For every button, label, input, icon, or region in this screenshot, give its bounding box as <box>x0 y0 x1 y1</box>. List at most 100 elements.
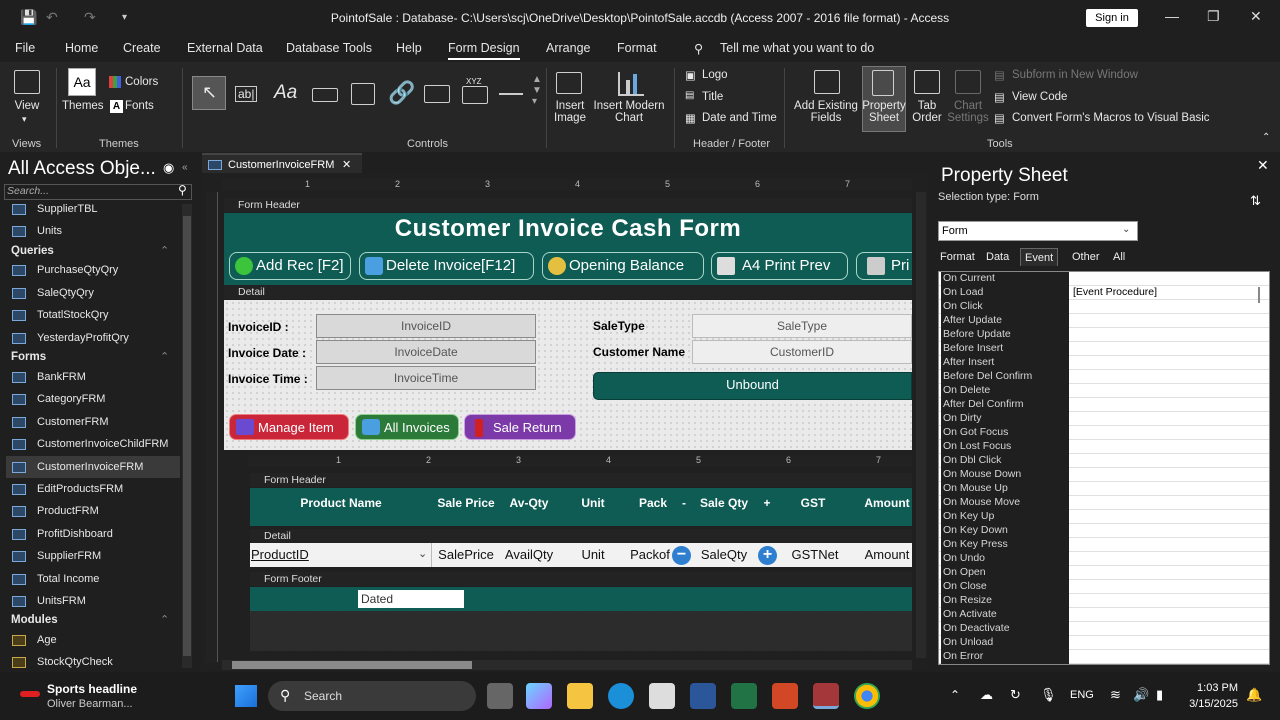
subform-header-bar[interactable]: Form Header <box>250 473 912 487</box>
nav-item-customerinvoicechildfrm[interactable]: CustomerInvoiceChildFRM <box>12 433 180 455</box>
property-row[interactable]: On Key Press <box>939 538 1269 552</box>
form-header-bar[interactable]: Form Header <box>224 198 912 212</box>
restore-icon[interactable]: ❐ <box>1207 8 1220 25</box>
view-button[interactable]: View <box>10 100 44 112</box>
property-row[interactable]: On Mouse Move <box>939 496 1269 510</box>
convert-macros-button[interactable]: Convert Form's Macros to Visual Basic <box>1012 112 1210 124</box>
sale-type-field[interactable]: SaleType <box>692 314 912 338</box>
controls-scroll-icon[interactable]: ▲ ▼ ▾ <box>532 74 542 107</box>
nav-item-age[interactable]: Age <box>12 629 180 651</box>
invoice-id-field[interactable]: InvoiceID <box>316 314 536 338</box>
date-time-button[interactable]: Date and Time <box>702 112 777 124</box>
nav-item-customerfrm[interactable]: CustomerFRM <box>12 411 180 433</box>
property-row[interactable]: On Deactivate <box>939 622 1269 636</box>
nav-item-saleqtyqry[interactable]: SaleQtyQry <box>12 282 180 304</box>
notification-icon[interactable]: 🔔 <box>1246 687 1262 703</box>
insert-modern-chart-button[interactable]: Insert Modern Chart <box>592 100 666 124</box>
dated-field[interactable]: Dated <box>358 590 464 608</box>
detail-bar[interactable]: Detail <box>224 285 912 299</box>
plus-icon[interactable]: + <box>758 546 777 565</box>
close-icon[interactable]: ✕ <box>1257 157 1269 174</box>
add-existing-fields-button[interactable]: Add Existing Fields <box>792 100 860 124</box>
chart-icon[interactable] <box>618 72 644 96</box>
access-icon[interactable] <box>813 683 839 709</box>
selection-dropdown[interactable]: Form <box>938 221 1138 241</box>
tab-format[interactable]: Format <box>617 41 657 55</box>
nav-item-suppliertbl[interactable]: SupplierTBL <box>12 198 180 220</box>
form-view-icon[interactable] <box>14 70 40 94</box>
nav-category-forms[interactable]: Forms <box>11 351 46 363</box>
property-row[interactable]: On Resize <box>939 594 1269 608</box>
add-fields-icon[interactable] <box>814 70 840 94</box>
document-tab[interactable]: CustomerInvoiceFRM ✕ <box>202 153 362 173</box>
themes-button[interactable]: Themes <box>62 100 104 112</box>
tab-data[interactable]: Data <box>982 248 1013 266</box>
property-row[interactable]: On Lost Focus <box>939 440 1269 454</box>
unit-field[interactable]: Unit <box>558 543 628 567</box>
sale-qty-field[interactable]: SaleQty <box>692 543 756 567</box>
tell-me-search[interactable]: Tell me what you want to do <box>720 41 874 55</box>
hyperlink-tool-icon[interactable]: 🔗 <box>384 76 418 110</box>
subform-detail-bar[interactable]: Detail <box>250 529 912 543</box>
microphone-icon[interactable]: 🎙 <box>1040 687 1057 703</box>
collapse-icon[interactable]: ⌃ <box>160 350 169 363</box>
button-tool-icon[interactable] <box>308 76 342 110</box>
subform-footer-bar[interactable]: Form Footer <box>250 572 912 586</box>
search-icon[interactable]: ⚲ <box>178 183 187 197</box>
product-id-combo[interactable]: ProductID <box>250 543 432 567</box>
nav-item-unitsfrm[interactable]: UnitsFRM <box>12 590 180 612</box>
page-break-icon[interactable] <box>494 76 528 110</box>
powerpoint-icon[interactable] <box>772 683 798 709</box>
nav-item-editproductsfrm[interactable]: EditProductsFRM <box>12 478 180 500</box>
property-row[interactable]: After Insert <box>939 356 1269 370</box>
property-row[interactable]: After Update <box>939 314 1269 328</box>
nav-item-productfrm[interactable]: ProductFRM <box>12 500 180 522</box>
a4-print-preview-button[interactable]: A4 Print Prev <box>711 252 848 280</box>
wifi-icon[interactable]: ≋ <box>1110 687 1121 703</box>
property-row[interactable]: On Error <box>939 650 1269 664</box>
close-icon[interactable]: ✕ <box>1250 8 1262 25</box>
property-row[interactable]: On Dbl Click <box>939 454 1269 468</box>
insert-image-button[interactable]: Insert Image <box>548 100 592 124</box>
news-title[interactable]: Sports headline <box>47 682 137 696</box>
clock-date[interactable]: 3/15/2025 <box>1178 698 1238 710</box>
avail-qty-field[interactable]: AvailQty <box>500 543 558 567</box>
nav-category-modules[interactable]: Modules <box>11 614 58 626</box>
battery-icon[interactable]: ▮ <box>1156 687 1163 703</box>
nav-category-queries[interactable]: Queries <box>11 245 54 257</box>
show-hidden-icons[interactable]: ⌃ <box>950 688 960 702</box>
tab-format[interactable]: Format <box>936 248 979 266</box>
print-button[interactable]: Pri <box>856 252 912 280</box>
nav-item-stockqtycheck[interactable]: StockQtyCheck <box>12 651 180 673</box>
property-sheet-button[interactable]: Property Sheet <box>860 100 908 124</box>
nav-scrollbar[interactable] <box>182 204 192 668</box>
property-row[interactable]: On Current <box>939 272 1269 286</box>
news-subtitle[interactable]: Oliver Bearman... <box>47 698 133 710</box>
property-row[interactable]: On Key Up <box>939 510 1269 524</box>
sort-icon[interactable]: ⇅ <box>1250 193 1261 209</box>
insert-image-icon[interactable] <box>556 72 582 94</box>
collapse-ribbon-icon[interactable]: ⌃ <box>1262 132 1270 143</box>
vertical-scrollbar[interactable] <box>916 192 926 658</box>
tab-event[interactable]: Event <box>1020 248 1059 266</box>
property-row[interactable]: Before Insert <box>939 342 1269 356</box>
colors-button[interactable]: Colors <box>125 76 158 88</box>
property-row[interactable]: On Delete <box>939 384 1269 398</box>
dropdown-arrow-icon[interactable]: ⌄ <box>1122 224 1130 235</box>
tab-database-tools[interactable]: Database Tools <box>286 41 372 55</box>
label-tool-icon[interactable]: Aa <box>270 76 304 110</box>
tab-help[interactable]: Help <box>396 41 422 55</box>
customer-id-field[interactable]: CustomerID <box>692 340 912 364</box>
nav-item-purchaseqtyqry[interactable]: PurchaseQtyQry <box>12 259 180 281</box>
chrome-icon[interactable] <box>854 683 880 709</box>
sign-in-button[interactable]: Sign in <box>1086 9 1138 27</box>
property-row[interactable]: After Del Confirm <box>939 398 1269 412</box>
file-explorer-icon[interactable] <box>567 683 593 709</box>
nav-item-yesterdayprofitqry[interactable]: YesterdayProfitQry <box>12 327 180 349</box>
invoice-time-field[interactable]: InvoiceTime <box>316 366 536 390</box>
volume-icon[interactable]: 🔊 <box>1133 687 1149 703</box>
navigation-control-icon[interactable] <box>420 76 454 110</box>
property-row[interactable]: On Close <box>939 580 1269 594</box>
excel-icon[interactable] <box>731 683 757 709</box>
nav-item-supplierfrm[interactable]: SupplierFRM <box>12 545 180 567</box>
